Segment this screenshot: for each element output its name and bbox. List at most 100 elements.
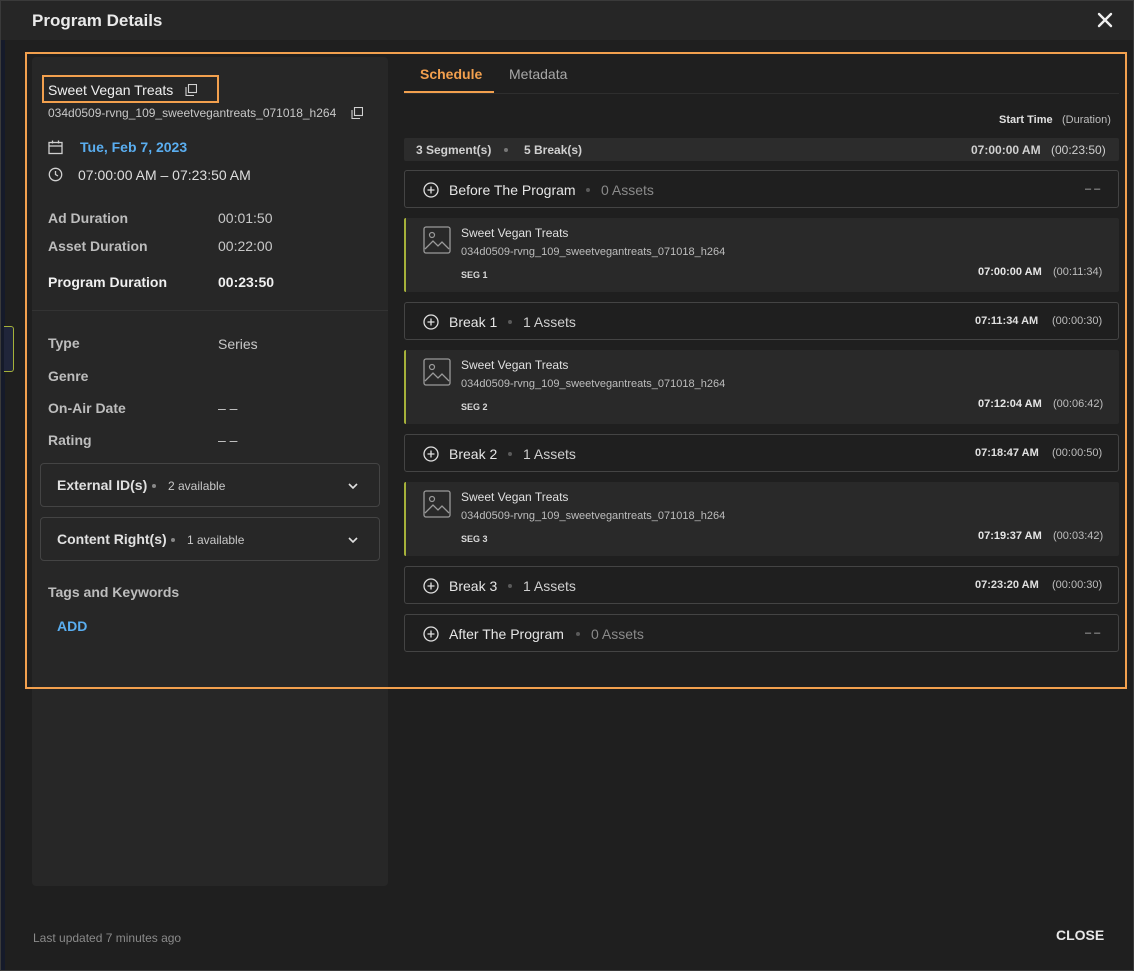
separator-dot [508,452,512,456]
dialog-titlebar: Program Details [1,1,1133,40]
clock-icon [48,167,63,182]
add-tag-button[interactable]: ADD [57,618,87,634]
program-duration-value: 00:23:50 [218,274,275,290]
program-details-dialog: Program Details Sweet Vegan Treats 034d0… [0,0,1134,971]
segment-start-time: 07:00:00 AM [978,266,1042,278]
break-start-time: 07:11:34 AM [975,315,1039,327]
ad-duration-value: 00:01:50 [218,210,273,226]
tab-schedule[interactable]: Schedule [420,66,482,82]
add-circle-icon[interactable] [423,182,439,198]
break-row-2[interactable]: Break 2 1 Assets 07:18:47 AM (00:00:50) [404,434,1119,472]
separator-dot [171,538,175,542]
program-time-range: 07:00:00 AM – 07:23:50 AM [78,167,251,183]
break-name: Break 3 [449,578,498,594]
after-program-label: After The Program [449,626,564,642]
segment-title: Sweet Vegan Treats [461,358,569,372]
on-air-date-value: – – [218,400,238,416]
add-circle-icon[interactable] [423,446,439,462]
background-event-marker [4,326,14,372]
add-circle-icon[interactable] [423,314,439,330]
break-start-time: 07:18:47 AM [975,447,1039,459]
close-button[interactable]: CLOSE [1056,927,1104,943]
separator-dot [152,484,156,488]
after-program-time: – – [1085,627,1101,639]
tab-divider [404,93,1119,94]
break-row-1[interactable]: Break 1 1 Assets 07:11:34 AM (00:00:30) [404,302,1119,340]
separator-dot [508,584,512,588]
segment-count: 3 Segment(s) [416,143,492,157]
segment-card-1[interactable]: Sweet Vegan Treats 034d0509-rvng_109_swe… [404,218,1119,292]
separator-dot [508,320,512,324]
image-placeholder-icon [423,358,451,386]
on-air-date-label: On-Air Date [48,400,126,416]
segment-card-3[interactable]: Sweet Vegan Treats 034d0509-rvng_109_swe… [404,482,1119,556]
break-name: Break 2 [449,446,498,462]
start-time-header: Start Time [999,114,1053,126]
program-date: Tue, Feb 7, 2023 [80,139,188,155]
break-row-3[interactable]: Break 3 1 Assets 07:23:20 AM (00:00:30) [404,566,1119,604]
before-program-row[interactable]: Before The Program 0 Assets – – [404,170,1119,208]
external-ids-count: 2 available [168,479,226,493]
last-updated-text: Last updated 7 minutes ago [33,931,182,945]
image-placeholder-icon [423,490,451,518]
break-duration: (00:00:50) [1052,447,1103,459]
after-program-assets: 0 Assets [591,626,644,642]
rating-label: Rating [48,432,92,448]
type-label: Type [48,335,80,351]
calendar-icon [48,140,63,155]
add-circle-icon[interactable] [423,626,439,642]
duration-header: (Duration) [1062,114,1111,126]
segment-label: SEG 2 [461,402,488,412]
image-placeholder-icon [423,226,451,254]
asset-duration-value: 00:22:00 [218,238,273,254]
segment-title: Sweet Vegan Treats [461,226,569,240]
tab-metadata[interactable]: Metadata [509,66,567,82]
after-program-row[interactable]: After The Program 0 Assets – – [404,614,1119,652]
segment-label: SEG 3 [461,534,488,544]
copy-title-icon[interactable] [185,84,197,96]
break-name: Break 1 [449,314,498,330]
panel-divider [32,310,388,311]
summary-start-time: 07:00:00 AM [971,143,1041,157]
before-program-label: Before The Program [449,182,576,198]
separator-dot [586,188,590,192]
copy-id-icon[interactable] [351,107,363,119]
break-assets: 1 Assets [523,314,576,330]
asset-duration-label: Asset Duration [48,238,148,254]
content-rights-count: 1 available [187,533,245,547]
chevron-down-icon [348,483,358,490]
close-icon[interactable] [1095,10,1115,30]
before-program-time: – – [1085,183,1101,195]
external-ids-label: External ID(s) [57,477,148,493]
background-strip [1,40,5,970]
genre-label: Genre [48,368,89,384]
content-rights-expander[interactable]: Content Right(s) 1 available [40,517,380,561]
segment-duration: (00:06:42) [1053,398,1104,410]
break-count: 5 Break(s) [524,143,583,157]
segment-start-time: 07:19:37 AM [978,530,1042,542]
chevron-down-icon [348,537,358,544]
segment-start-time: 07:12:04 AM [978,398,1042,410]
separator-dot [504,148,508,152]
before-program-assets: 0 Assets [601,182,654,198]
segment-label: SEG 1 [461,270,488,280]
segment-card-2[interactable]: Sweet Vegan Treats 034d0509-rvng_109_swe… [404,350,1119,424]
program-id: 034d0509-rvng_109_sweetvegantreats_07101… [48,106,337,120]
rating-value: – – [218,432,238,448]
segment-id: 034d0509-rvng_109_sweetvegantreats_07101… [461,246,726,258]
dialog-title: Program Details [32,11,163,30]
break-assets: 1 Assets [523,578,576,594]
external-ids-expander[interactable]: External ID(s) 2 available [40,463,380,507]
break-duration: (00:00:30) [1052,579,1103,591]
break-duration: (00:00:30) [1052,315,1103,327]
summary-duration: (00:23:50) [1051,143,1106,157]
ad-duration-label: Ad Duration [48,210,129,226]
segment-duration: (00:11:34) [1053,266,1103,278]
segment-title: Sweet Vegan Treats [461,490,569,504]
segment-id: 034d0509-rvng_109_sweetvegantreats_07101… [461,510,726,522]
program-duration-label: Program Duration [48,274,168,290]
break-assets: 1 Assets [523,446,576,462]
type-value: Series [218,336,258,352]
separator-dot [576,632,580,636]
add-circle-icon[interactable] [423,578,439,594]
